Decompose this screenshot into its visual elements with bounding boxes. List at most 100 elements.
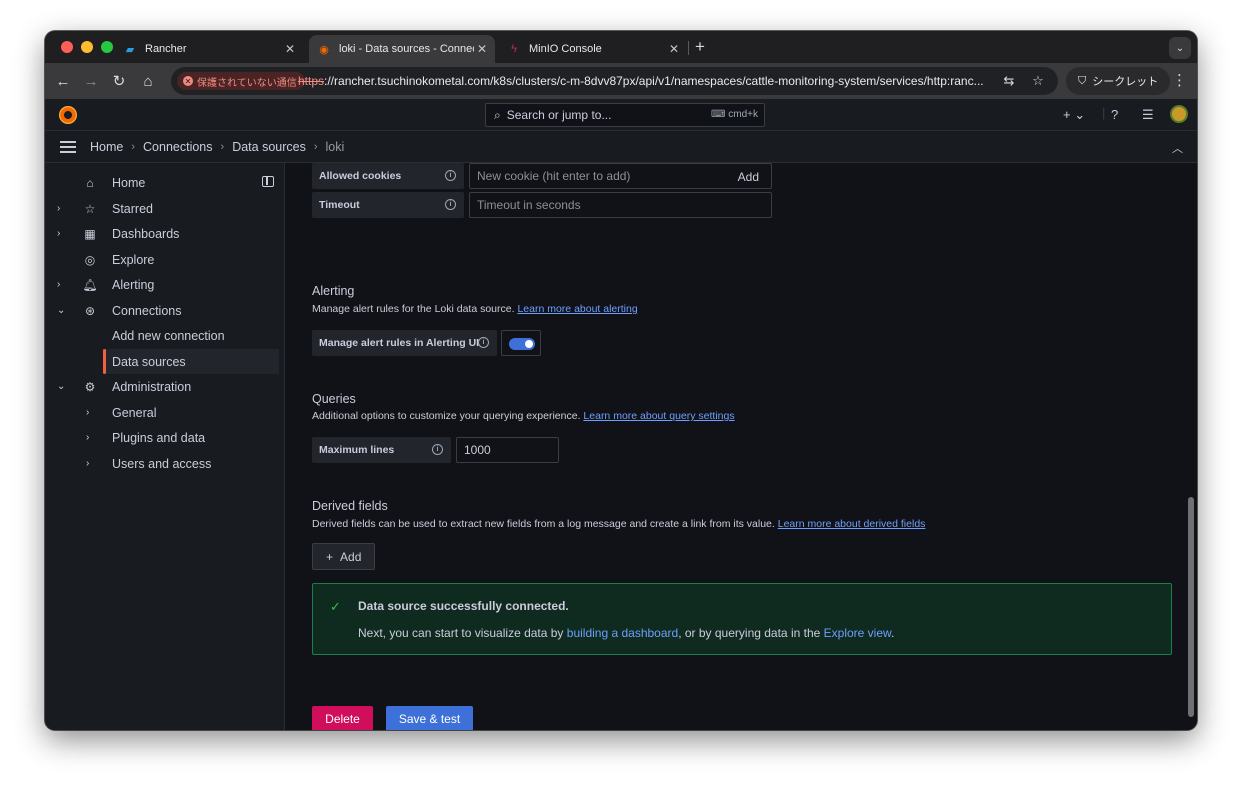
close-tab-icon[interactable]: ✕ <box>285 42 295 56</box>
incognito-badge[interactable]: ⛉ シークレット <box>1066 67 1171 95</box>
selected-indicator <box>103 349 106 374</box>
breadcrumb-data-sources[interactable]: Data sources <box>232 140 306 154</box>
bell-icon: 🔔︎ <box>82 277 98 292</box>
sidebar-item-home[interactable]: ⌂ Home <box>45 170 285 195</box>
grafana-logo-icon[interactable] <box>59 106 77 124</box>
forward-arrow-icon[interactable]: → <box>81 71 101 91</box>
allowed-cookies-label: Allowed cookies i <box>312 163 464 189</box>
info-icon[interactable]: i <box>445 199 456 210</box>
add-derived-field-button[interactable]: + Add <box>312 543 376 570</box>
breadcrumb-home[interactable]: Home <box>90 140 123 154</box>
url-text[interactable]: https://rancher.tsuchinokometal.com/k8s/… <box>298 74 998 88</box>
sidebar-item-data-sources[interactable]: Data sources <box>103 349 279 374</box>
tab-divider <box>688 41 689 55</box>
help-icon[interactable]: ? <box>1111 107 1118 122</box>
maximum-lines-label: Maximum lines i <box>312 437 451 463</box>
tab-title: MinIO Console <box>529 43 602 55</box>
close-window-button[interactable] <box>61 41 73 53</box>
chevron-down-icon[interactable]: ⌄ <box>57 305 65 316</box>
building-dashboard-link[interactable]: building a dashboard <box>567 626 678 640</box>
allowed-cookies-input[interactable]: New cookie (hit enter to add) Add <box>469 163 772 189</box>
sidebar-item-add-new-connection[interactable]: Add new connection <box>45 323 285 348</box>
close-tab-icon[interactable]: ✕ <box>669 42 679 56</box>
minimize-window-button[interactable] <box>81 41 93 53</box>
maximum-lines-input[interactable]: 1000 <box>456 437 559 463</box>
zoom-window-button[interactable] <box>101 41 113 53</box>
chevron-right-icon[interactable]: › <box>57 279 60 290</box>
info-icon[interactable]: i <box>432 444 443 455</box>
sidebar-item-plugins-and-data[interactable]: › Plugins and data <box>45 425 285 450</box>
tab-search-chevron-icon[interactable]: ⌄ <box>1169 37 1191 59</box>
menu-hamburger-icon[interactable] <box>60 141 76 156</box>
sidebar-item-administration[interactable]: ⌄ ⚙ Administration <box>45 374 285 399</box>
chevron-right-icon[interactable]: › <box>57 203 60 214</box>
chevron-right-icon[interactable]: › <box>86 432 89 443</box>
new-tab-icon[interactable]: + <box>695 37 705 57</box>
sidebar-item-label: Users and access <box>112 456 212 471</box>
sidebar-item-connections[interactable]: ⌄ ⊛ Connections <box>45 298 285 323</box>
chevron-up-icon[interactable]: ︿ <box>1172 140 1183 156</box>
manage-alert-rules-label: Manage alert rules in Alerting UI i <box>312 330 497 356</box>
tab-rancher[interactable]: ▰ Rancher ✕ <box>117 35 303 63</box>
breadcrumb-bar: Home › Connections › Data sources › loki… <box>45 131 1197 163</box>
new-plus-icon[interactable]: + ⌄ <box>1063 107 1085 123</box>
reload-icon[interactable]: ↻ <box>109 71 129 91</box>
scrollbar[interactable] <box>1185 163 1197 730</box>
user-avatar[interactable] <box>1170 105 1188 123</box>
sidebar: ⌂ Home › ☆ Starred › ▦ Dashboards ◎ Expl… <box>45 163 285 730</box>
sidebar-item-explore[interactable]: ◎ Explore <box>45 247 285 272</box>
home-icon[interactable]: ⌂ <box>138 71 158 91</box>
tab-title: loki - Data sources - Connect <box>339 43 474 55</box>
bookmark-star-icon[interactable]: ☆ <box>1030 73 1046 89</box>
chevron-right-icon[interactable]: › <box>86 458 89 469</box>
derived-learn-more-link[interactable]: Learn more about derived fields <box>778 518 926 530</box>
derived-fields-description: Derived fields can be used to extract ne… <box>312 518 925 530</box>
shortcut-label: cmd+k <box>728 109 758 120</box>
tab-minio[interactable]: ϟ MinIO Console ✕ <box>501 35 687 63</box>
back-arrow-icon[interactable]: ← <box>53 71 73 91</box>
sidebar-item-general[interactable]: › General <box>45 400 285 425</box>
tab-title: Rancher <box>145 43 187 55</box>
news-rss-icon[interactable]: ☰ <box>1142 107 1154 123</box>
breadcrumb-connections[interactable]: Connections <box>143 140 213 154</box>
manage-alert-rules-toggle[interactable] <box>509 338 535 350</box>
input-placeholder: New cookie (hit enter to add) <box>477 169 631 183</box>
main-content: Allowed cookies i New cookie (hit enter … <box>286 163 1187 730</box>
alert-text: Next, you can start to visualize data by <box>358 626 567 640</box>
tab-loki[interactable]: ◉ loki - Data sources - Connect ✕ <box>309 35 495 63</box>
delete-button[interactable]: Delete <box>312 706 373 730</box>
not-secure-chip[interactable]: ✕ 保護されていない通信 <box>177 72 305 90</box>
chevron-right-icon[interactable]: › <box>57 228 60 239</box>
alert-text: , or by querying data in the <box>678 626 824 640</box>
sidebar-item-starred[interactable]: › ☆ Starred <box>45 196 285 221</box>
add-label: Add <box>340 549 362 564</box>
sidebar-item-users-and-access[interactable]: › Users and access <box>45 451 285 476</box>
queries-learn-more-link[interactable]: Learn more about query settings <box>583 410 734 422</box>
search-placeholder: Search or jump to... <box>506 108 612 122</box>
browser-menu-icon[interactable]: ⋮ <box>1172 71 1187 89</box>
chevron-down-icon[interactable]: ⌄ <box>57 381 65 392</box>
sidebar-item-alerting[interactable]: › 🔔︎ Alerting <box>45 272 285 297</box>
timeout-input[interactable]: Timeout in seconds <box>469 192 772 218</box>
explore-view-link[interactable]: Explore view <box>824 626 891 640</box>
close-tab-icon[interactable]: ✕ <box>477 42 487 56</box>
translate-icon[interactable]: ⇆ <box>1001 73 1017 89</box>
compass-icon: ◎ <box>84 252 96 267</box>
scrollbar-thumb[interactable] <box>1188 497 1194 717</box>
chevron-right-icon[interactable]: › <box>86 407 89 418</box>
sidebar-item-label: Add new connection <box>112 328 225 343</box>
input-value: 1000 <box>464 443 491 457</box>
save-and-test-button[interactable]: Save & test <box>386 706 473 730</box>
add-cookie-button[interactable]: Add <box>738 170 759 184</box>
alerting-learn-more-link[interactable]: Learn more about alerting <box>517 303 637 315</box>
address-bar[interactable]: ✕ 保護されていない通信 https://rancher.tsuchinokom… <box>171 67 1058 95</box>
incognito-label: シークレット <box>1092 76 1159 88</box>
search-input[interactable]: ⌕ Search or jump to... ⌨ cmd+k <box>485 103 765 127</box>
sidebar-item-dashboards[interactable]: › ▦ Dashboards <box>45 221 285 246</box>
info-icon[interactable]: i <box>445 170 456 181</box>
alerting-description: Manage alert rules for the Loki data sou… <box>312 303 638 315</box>
info-icon[interactable]: i <box>478 337 489 348</box>
sidebar-item-label: Connections <box>112 303 182 318</box>
grafana-icon: ◉ <box>319 43 329 56</box>
not-secure-label: 保護されていない通信 <box>197 77 297 89</box>
